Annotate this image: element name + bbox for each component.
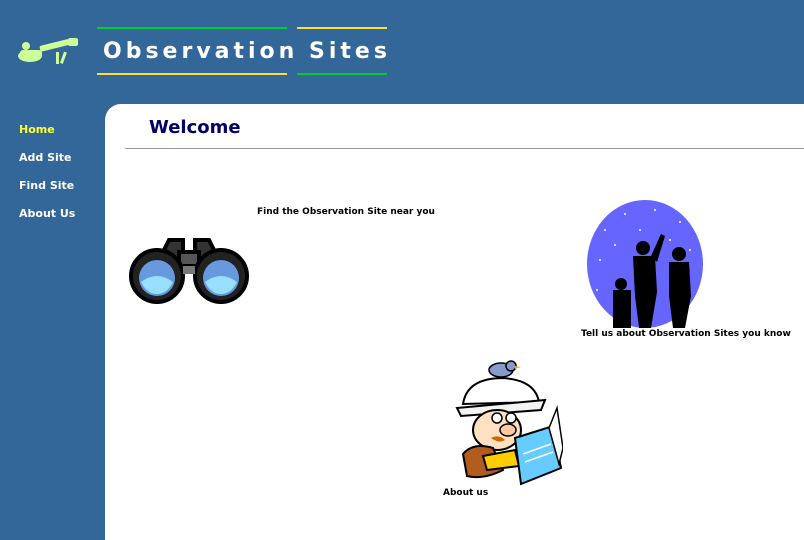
stargazers-icon[interactable] — [585, 200, 705, 328]
sidebar-nav: Home Add Site Find Site About Us — [19, 120, 75, 232]
divider — [125, 148, 804, 149]
explorer-icon[interactable] — [453, 358, 563, 488]
about-us-caption[interactable]: About us — [443, 488, 488, 498]
binoculars-icon[interactable] — [125, 234, 253, 306]
nav-item-add-site[interactable]: Add Site — [19, 148, 75, 176]
telescope-logo-icon[interactable] — [16, 36, 82, 64]
tell-us-caption[interactable]: Tell us about Observation Sites you know — [581, 329, 791, 339]
site-title-word2-block: Sites — [297, 27, 387, 75]
site-title-word1: Observation — [103, 38, 299, 64]
nav-item-home[interactable]: Home — [19, 120, 75, 148]
site-title-word2: Sites — [309, 38, 391, 64]
find-site-caption[interactable]: Find the Observation Site near you — [257, 207, 435, 217]
nav-item-find-site[interactable]: Find Site — [19, 176, 75, 204]
page-title: Welcome — [149, 117, 241, 138]
main-content: Welcome Find the Observation Site near y… — [105, 104, 804, 540]
site-title-word1-block: Observation — [97, 27, 294, 75]
nav-item-about-us[interactable]: About Us — [19, 204, 75, 232]
